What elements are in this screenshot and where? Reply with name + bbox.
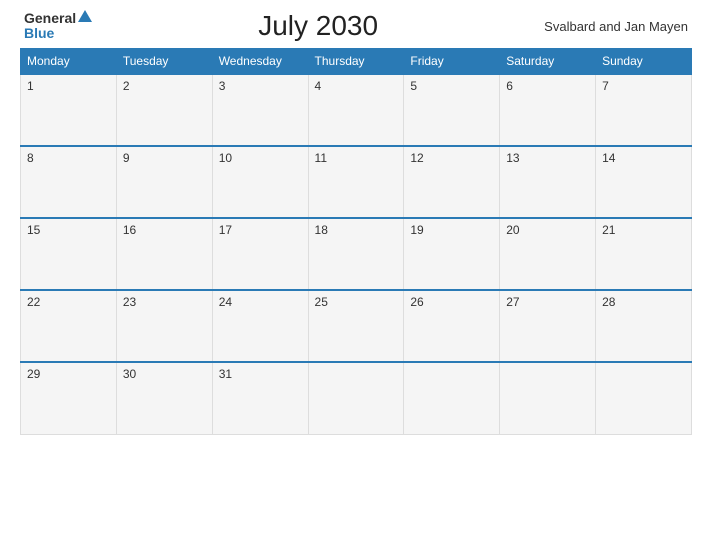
day-number: 6 [506, 79, 513, 93]
day-number: 10 [219, 151, 232, 165]
calendar-day: 9 [116, 146, 212, 218]
calendar-day: 31 [212, 362, 308, 434]
calendar-day: 4 [308, 74, 404, 146]
day-number: 4 [315, 79, 322, 93]
calendar-day [500, 362, 596, 434]
calendar-header-row: Monday Tuesday Wednesday Thursday Friday… [21, 49, 692, 75]
calendar-day: 29 [21, 362, 117, 434]
calendar-day [404, 362, 500, 434]
day-number: 2 [123, 79, 130, 93]
col-friday: Friday [404, 49, 500, 75]
day-number: 25 [315, 295, 328, 309]
day-number: 20 [506, 223, 519, 237]
calendar-day: 16 [116, 218, 212, 290]
logo-triangle-icon [78, 10, 92, 22]
day-number: 16 [123, 223, 136, 237]
day-number: 23 [123, 295, 136, 309]
logo: General Blue [24, 11, 92, 42]
calendar-day: 2 [116, 74, 212, 146]
calendar-day: 12 [404, 146, 500, 218]
day-number: 18 [315, 223, 328, 237]
col-sunday: Sunday [596, 49, 692, 75]
calendar-day: 22 [21, 290, 117, 362]
calendar-day: 14 [596, 146, 692, 218]
logo-general-text: General [24, 11, 76, 26]
day-number: 24 [219, 295, 232, 309]
calendar-table: Monday Tuesday Wednesday Thursday Friday… [20, 48, 692, 435]
calendar-day: 17 [212, 218, 308, 290]
month-title: July 2030 [258, 10, 378, 42]
day-number: 7 [602, 79, 609, 93]
day-number: 5 [410, 79, 417, 93]
col-saturday: Saturday [500, 49, 596, 75]
calendar-day: 18 [308, 218, 404, 290]
calendar-day: 13 [500, 146, 596, 218]
day-number: 9 [123, 151, 130, 165]
day-number: 8 [27, 151, 34, 165]
calendar-day: 20 [500, 218, 596, 290]
calendar-day: 3 [212, 74, 308, 146]
calendar-day: 23 [116, 290, 212, 362]
calendar-day: 30 [116, 362, 212, 434]
calendar-day: 25 [308, 290, 404, 362]
day-number: 26 [410, 295, 423, 309]
day-number: 19 [410, 223, 423, 237]
calendar-day: 24 [212, 290, 308, 362]
day-number: 31 [219, 367, 232, 381]
col-thursday: Thursday [308, 49, 404, 75]
calendar-day: 28 [596, 290, 692, 362]
day-number: 28 [602, 295, 615, 309]
day-number: 27 [506, 295, 519, 309]
col-wednesday: Wednesday [212, 49, 308, 75]
day-number: 17 [219, 223, 232, 237]
day-number: 22 [27, 295, 40, 309]
calendar-day: 21 [596, 218, 692, 290]
calendar-day: 11 [308, 146, 404, 218]
calendar-day: 1 [21, 74, 117, 146]
day-number: 15 [27, 223, 40, 237]
calendar-body: 1234567891011121314151617181920212223242… [21, 74, 692, 434]
calendar-day: 26 [404, 290, 500, 362]
col-monday: Monday [21, 49, 117, 75]
day-number: 13 [506, 151, 519, 165]
calendar-day: 15 [21, 218, 117, 290]
day-number: 30 [123, 367, 136, 381]
calendar-day: 19 [404, 218, 500, 290]
day-number: 14 [602, 151, 615, 165]
day-number: 21 [602, 223, 615, 237]
day-number: 11 [315, 151, 327, 165]
calendar-day: 27 [500, 290, 596, 362]
logo-blue-text: Blue [24, 26, 54, 41]
calendar-day: 6 [500, 74, 596, 146]
day-number: 12 [410, 151, 423, 165]
calendar-day [308, 362, 404, 434]
col-tuesday: Tuesday [116, 49, 212, 75]
day-number: 29 [27, 367, 40, 381]
calendar-day: 7 [596, 74, 692, 146]
calendar-day: 10 [212, 146, 308, 218]
calendar-day: 5 [404, 74, 500, 146]
calendar-header: General Blue July 2030 Svalbard and Jan … [20, 10, 692, 42]
calendar-day [596, 362, 692, 434]
region-label: Svalbard and Jan Mayen [544, 19, 688, 34]
day-number: 3 [219, 79, 226, 93]
calendar-day: 8 [21, 146, 117, 218]
day-number: 1 [27, 79, 34, 93]
